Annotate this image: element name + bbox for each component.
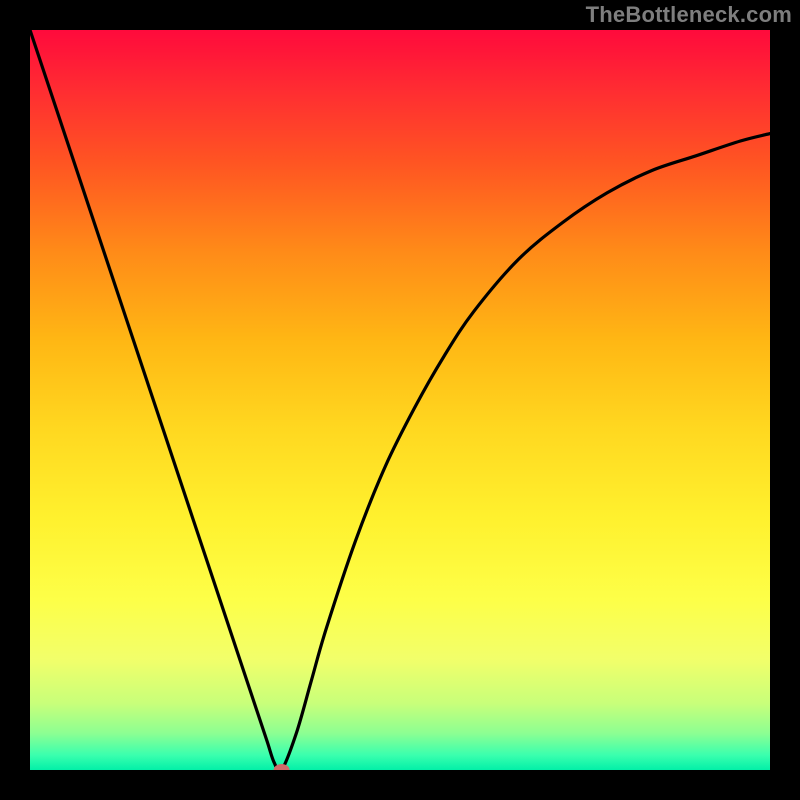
chart-svg: [30, 30, 770, 770]
bottleneck-curve: [30, 30, 770, 770]
plot-area: [30, 30, 770, 770]
watermark-text: TheBottleneck.com: [586, 2, 792, 28]
chart-container: TheBottleneck.com: [0, 0, 800, 800]
